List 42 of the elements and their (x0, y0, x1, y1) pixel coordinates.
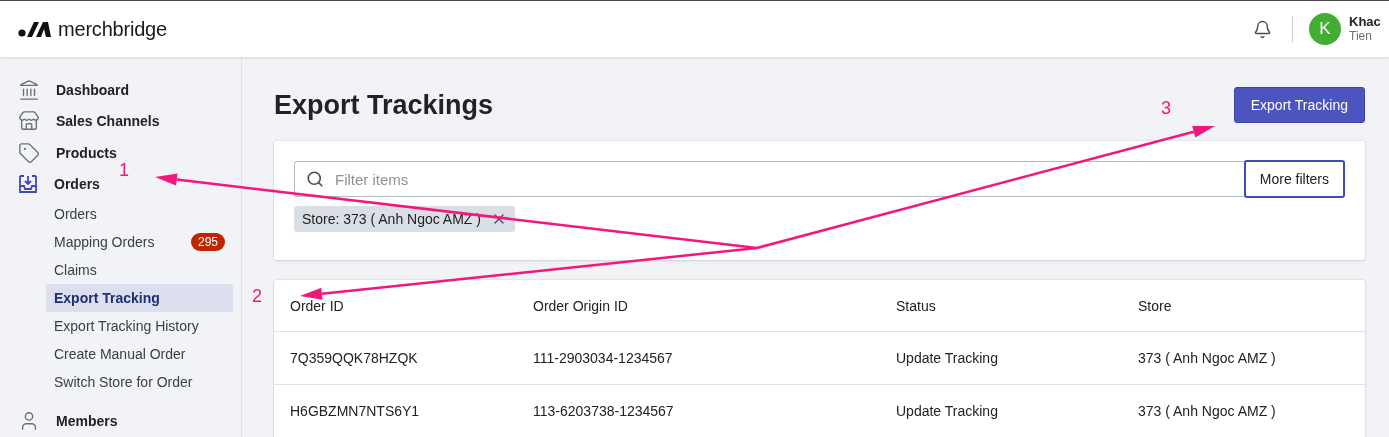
column-header: Order Origin ID (533, 297, 629, 314)
user-first-name: Khac (1349, 14, 1382, 29)
more-filters-button[interactable]: More filters (1243, 160, 1345, 198)
sidebar-subitem[interactable]: Orders (46, 199, 233, 228)
table-cell-text: Update Tracking (896, 350, 999, 366)
search-icon (306, 170, 324, 188)
table-cell-text: 111-2903034-1234567 (533, 350, 674, 366)
sidebar-subitem[interactable]: Switch Store for Order (46, 367, 233, 396)
annotation-number: 3 (1161, 98, 1171, 118)
inbox-download-icon (18, 173, 38, 194)
table-cell-text: 373 ( Anh Ngoc AMZ ) (1138, 350, 1277, 366)
logo-icon (18, 21, 52, 37)
sidebar-subitem[interactable]: Mapping Orders 295 (46, 227, 233, 256)
annotation-number: 2 (252, 286, 262, 306)
user-last-name: Tien (1349, 29, 1373, 44)
table-cell-text: Update Tracking (896, 403, 999, 419)
column-header: Status (896, 297, 937, 314)
table-cell-text: 113-6203738-1234567 (533, 403, 675, 419)
filter-search-field[interactable]: Filter items (294, 161, 1244, 197)
sidebar-item[interactable]: Orders (18, 168, 100, 200)
sidebar-subitem[interactable]: Create Manual Order (46, 339, 233, 368)
brand-name: merchbridge (58, 17, 167, 41)
sidebar-item[interactable]: Dashboard (18, 74, 130, 106)
sidebar-item[interactable]: Members (18, 405, 118, 437)
tag-icon (18, 141, 40, 164)
table-cell-text: 7Q359QQK78HZQK (290, 350, 419, 366)
table-cell-text: 373 ( Anh Ngoc AMZ ) (1138, 403, 1277, 419)
store-icon (18, 110, 40, 133)
sidebar-subitem[interactable]: Claims (46, 255, 233, 284)
count-badge: 295 (190, 232, 225, 251)
sidebar-subitem[interactable]: Export Tracking History (46, 311, 233, 340)
sidebar-item[interactable]: Sales Channels (18, 105, 160, 137)
page-title: Export Trackings (274, 89, 494, 121)
column-header: Order ID (290, 297, 345, 314)
bell-icon[interactable] (1253, 19, 1272, 39)
column-header: Store (1138, 297, 1173, 314)
sidebar-subitem[interactable]: Export Tracking (46, 283, 233, 312)
bank-icon (18, 78, 40, 101)
export-tracking-button[interactable]: Export Tracking (1233, 87, 1365, 123)
annotation-number: 1 (119, 160, 129, 180)
sidebar-item[interactable]: Products (18, 136, 117, 169)
table-cell-text: H6GBZMN7NTS6Y1 (290, 403, 421, 419)
